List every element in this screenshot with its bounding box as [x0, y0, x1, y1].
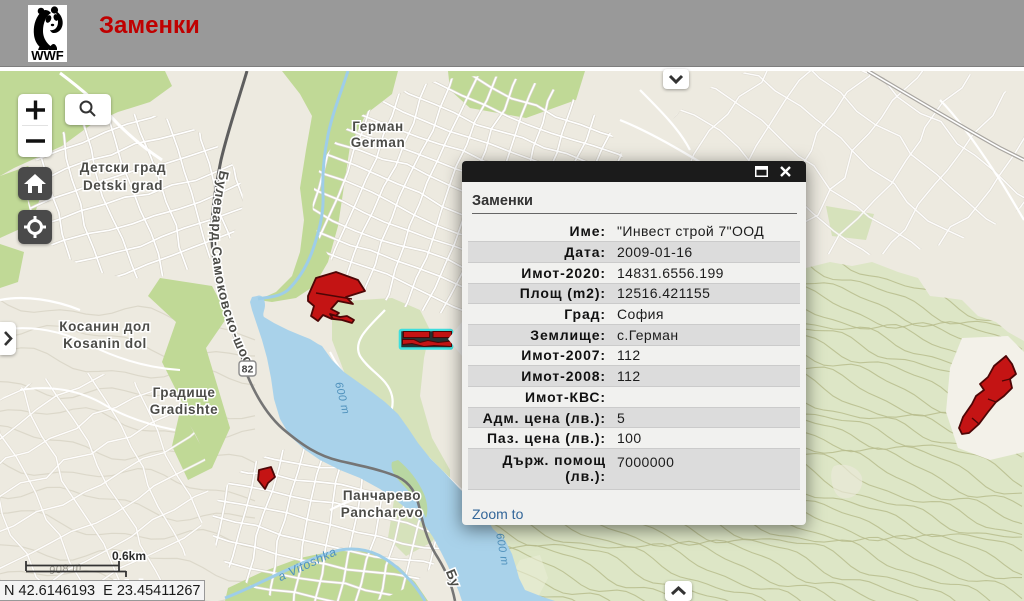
svg-text:Gradishte: Gradishte — [150, 402, 218, 417]
svg-text:Детски град: Детски град — [80, 160, 166, 175]
svg-text:Косанин дол: Косанин дол — [59, 319, 151, 334]
svg-text:WWF: WWF — [31, 48, 64, 62]
svg-text:0.6km: 0.6km — [112, 549, 146, 563]
svg-text:Pancharevo: Pancharevo — [341, 505, 424, 520]
svg-text:82: 82 — [242, 364, 254, 376]
svg-text:Градище: Градище — [153, 385, 216, 400]
svg-text:Панчарево: Панчарево — [343, 488, 421, 503]
svg-text:German: German — [351, 135, 406, 150]
svg-text:Герман: Герман — [352, 119, 404, 134]
svg-text:Detski grad: Detski grad — [83, 178, 163, 193]
svg-text:Kosanin dol: Kosanin dol — [63, 336, 147, 351]
